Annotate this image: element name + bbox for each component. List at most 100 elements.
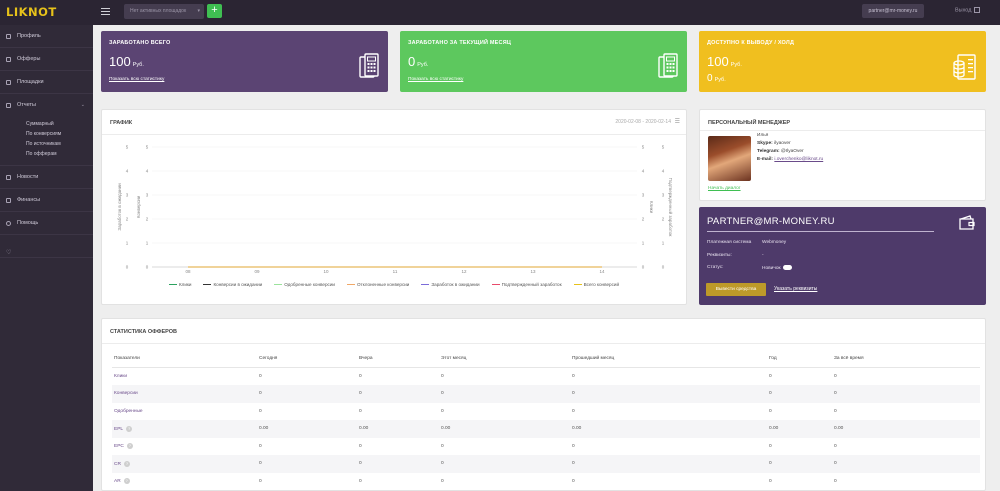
table-cell: 0 — [767, 385, 832, 403]
show-stats-link[interactable]: Показать всю статистику — [408, 77, 463, 82]
legend-swatch — [573, 284, 582, 286]
submenu-item-conversions[interactable]: По конверсиям — [26, 129, 93, 139]
sidebar-item-favorites[interactable]: ♡ — [0, 235, 93, 258]
table-cell: 0.00 — [257, 420, 357, 438]
divider — [707, 231, 934, 232]
telegram-value: @IlyaOver — [780, 149, 804, 154]
legend-item[interactable]: Одобренные конверсии — [274, 282, 335, 287]
logout-button[interactable]: Выход — [955, 7, 981, 14]
table-row: EPL? 0.00 0.00 0.00 0.00 0.00 0.00 — [112, 420, 980, 438]
sidebar-item-profile[interactable]: Профиль — [0, 25, 93, 48]
grid-icon — [6, 80, 11, 85]
status-label: Статус: — [707, 265, 724, 270]
row-label: EPC — [114, 444, 124, 450]
logout-icon — [974, 7, 981, 13]
column-header: Сегодня — [257, 350, 357, 368]
table-cell: 0 — [572, 408, 575, 414]
calculator-icon — [658, 53, 678, 78]
legend-item[interactable]: Заработок в ожидании — [421, 282, 480, 287]
y-tick-label-right-outer: 0 — [662, 265, 665, 270]
manager-telegram: Telegram: @IlyaOver — [757, 149, 804, 154]
submenu-item-summary[interactable]: Суммарный — [26, 119, 93, 129]
row-label-cell: Клики — [112, 368, 257, 386]
help-icon[interactable]: ? — [126, 425, 133, 432]
legend-item[interactable]: Всего конверсий — [573, 282, 619, 287]
help-icon[interactable]: ? — [123, 460, 130, 467]
stat-amount: 0 — [408, 54, 416, 69]
y-tick-label-left-inner: 1 — [146, 241, 149, 246]
sidebar-item-label: Помощь — [17, 220, 39, 226]
legend-label: Подтвержденный заработок — [501, 282, 562, 287]
legend-item[interactable]: Клики — [168, 282, 191, 287]
y-tick-label-left-inner: 4 — [146, 169, 149, 174]
y-tick-label-right-inner: 4 — [642, 169, 645, 174]
start-dialog-link[interactable]: Начать диалог — [708, 186, 741, 191]
wallet-icon — [959, 215, 975, 230]
row-label-cell: Конверсии — [112, 385, 257, 403]
set-requisites-link[interactable]: Указать реквизиты — [774, 286, 817, 292]
skype-label: Skype: — [757, 141, 773, 146]
menu-toggle-icon[interactable] — [101, 6, 110, 15]
y-tick-label-right-outer: 2 — [662, 217, 665, 222]
money-icon — [6, 198, 11, 203]
status-value: Новичок — [762, 265, 792, 271]
add-site-button[interactable]: + — [207, 4, 222, 18]
stat-title: ЗАРАБОТАНО ВСЕГО — [109, 40, 171, 46]
y-tick-label-right-inner: 5 — [642, 145, 645, 150]
y-tick-label-right-outer: 1 — [662, 241, 665, 246]
sidebar-item-offers[interactable]: Офферы — [0, 48, 93, 71]
account-button[interactable]: partner@mr-money.ru — [862, 4, 924, 18]
legend-swatch — [274, 284, 283, 286]
y-axis-label-right-inner: Клики — [649, 201, 654, 214]
logout-label: Выход — [955, 7, 972, 14]
sidebar-item-help[interactable]: Помощь — [0, 212, 93, 235]
manager-email: E-mail: i.overchenko@liknot.ru — [757, 157, 823, 162]
legend-item[interactable]: Подтвержденный заработок — [491, 282, 562, 287]
table-cell: 0 — [359, 374, 362, 379]
divider — [102, 343, 985, 344]
telegram-label: Telegram: — [757, 149, 780, 154]
table-cell: 0 — [570, 455, 767, 473]
submenu-item-sources[interactable]: По источникам — [26, 139, 93, 149]
partner-panel: PARTNER@MR-MONEY.RU Платежная система Web… — [699, 207, 986, 305]
logo[interactable]: LIKNOT — [6, 5, 57, 19]
table-cell: 0 — [441, 443, 444, 449]
manager-panel: ПЕРСОНАЛЬНЫЙ МЕНЕДЖЕР Илья Skype: ilyaov… — [699, 109, 986, 201]
sidebar-item-label: Отчеты — [17, 102, 37, 108]
help-icon[interactable]: ? — [126, 443, 133, 450]
legend-item[interactable]: Отклоненные конверсии — [346, 282, 409, 287]
sidebar-item-finance[interactable]: Финансы — [0, 189, 93, 212]
row-label-cell: CR? — [112, 455, 257, 473]
table-cell: 0 — [359, 478, 362, 484]
table-cell: 0.00 — [570, 420, 767, 438]
site-select[interactable]: Нет активных площадок ▾ — [124, 4, 204, 19]
row-label: Конверсии — [114, 391, 138, 397]
table-cell: 0 — [259, 374, 262, 379]
status-toggle[interactable] — [782, 265, 792, 270]
sidebar-item-sites[interactable]: Площадки — [0, 71, 93, 94]
show-stats-link[interactable]: Показать всю статистику — [109, 77, 164, 82]
column-header: Прошедший месяц — [570, 350, 767, 368]
submenu-item-offers[interactable]: По офферам — [26, 149, 93, 159]
y-axis-label-right-outer: Подтвержденный заработок — [668, 178, 674, 237]
table-cell: 0 — [572, 374, 575, 379]
offers-stats-panel: СТАТИСТИКА ОФФЕРОВ Показатели Сегодня Вч… — [101, 318, 986, 491]
help-icon[interactable]: ? — [123, 478, 130, 485]
table-cell: 0 — [257, 455, 357, 473]
sidebar-item-reports[interactable]: Отчеты ⌄ — [0, 94, 93, 117]
table-cell: 0 — [441, 374, 444, 379]
x-tick-label: 10 — [323, 269, 329, 274]
divider — [700, 130, 985, 131]
x-tick-label: 12 — [461, 269, 467, 274]
line-chart: 0 0 0 01 1 1 12 2 2 23 3 3 34 4 4 45 5 5 508 09 10 11 12 13 14За… — [117, 145, 674, 275]
stat-value: 0 Руб. — [408, 54, 428, 69]
y-tick-label-left-outer: 3 — [126, 193, 129, 198]
sidebar-item-news[interactable]: Новости — [0, 166, 93, 189]
reports-submenu: Суммарный По конверсиям По источникам По… — [0, 117, 93, 166]
row-label-cell: Одобренные — [112, 403, 257, 421]
table-cell: 0 — [769, 374, 772, 379]
table-cell: 0 — [572, 478, 575, 484]
email-link[interactable]: i.overchenko@liknot.ru — [774, 157, 823, 162]
withdraw-button[interactable]: Вывести средства — [706, 283, 766, 296]
legend-item[interactable]: Конверсии в ожидании — [203, 282, 262, 287]
